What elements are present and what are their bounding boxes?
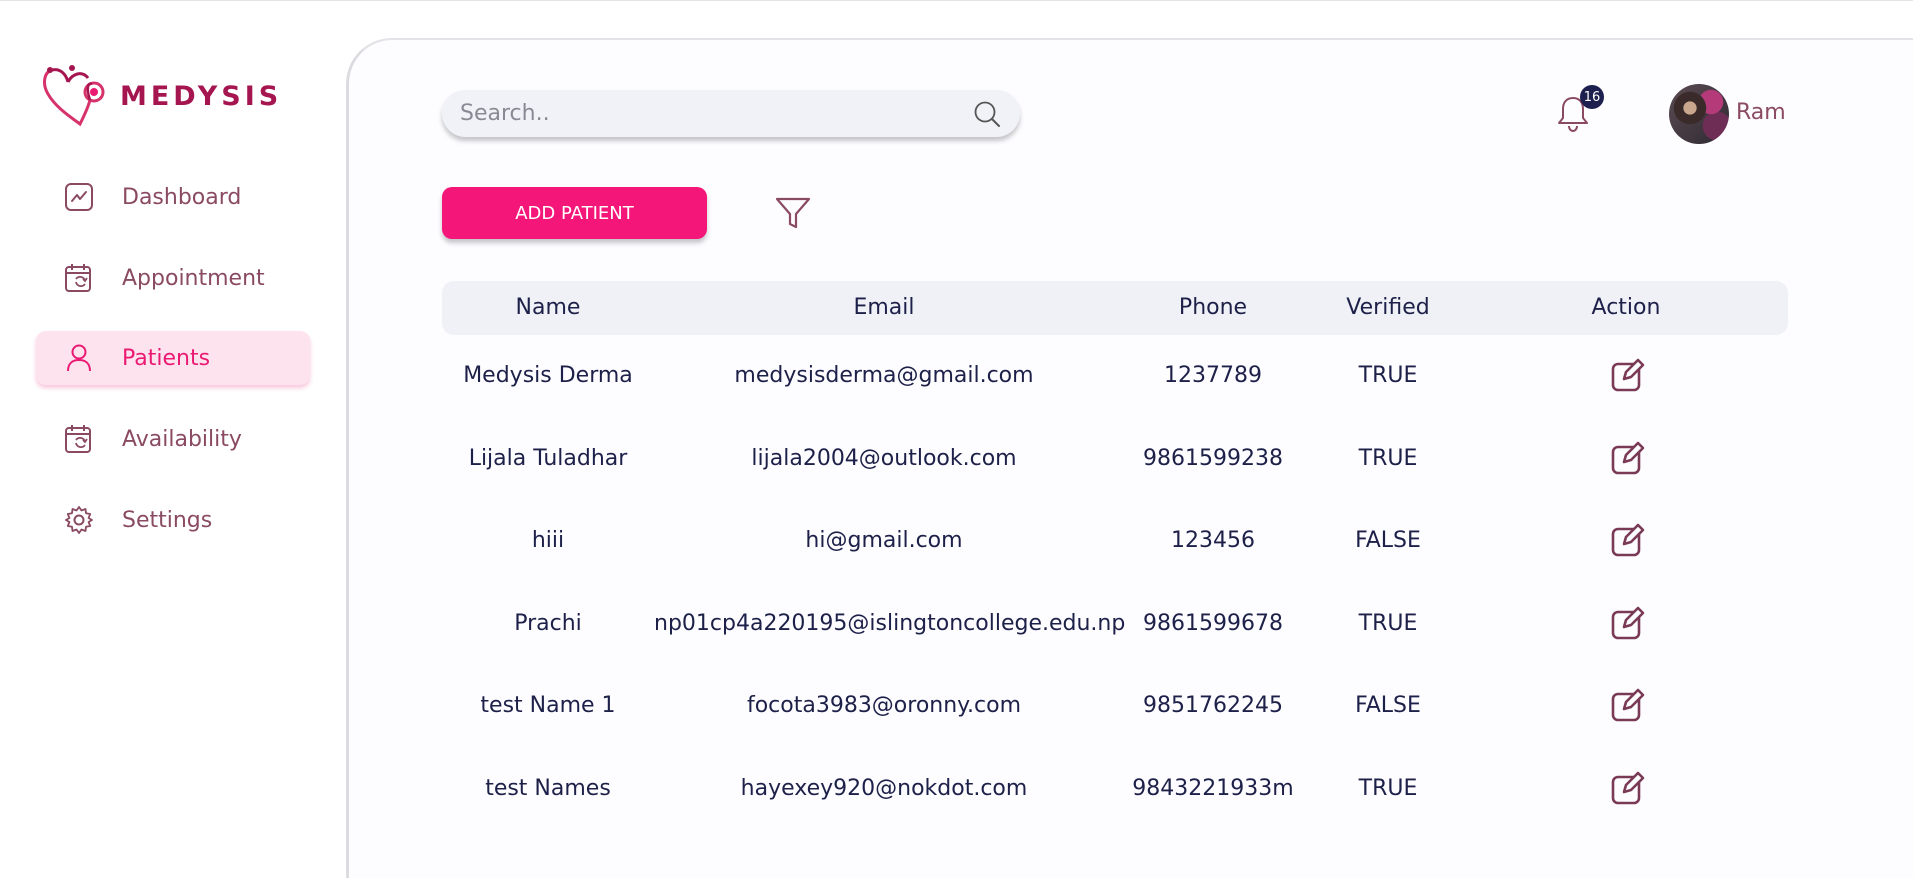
column-header-name[interactable]: Name xyxy=(442,295,654,320)
cell-phone: 9861599678 xyxy=(1143,611,1283,636)
edit-icon[interactable] xyxy=(1610,522,1646,558)
search-bar xyxy=(442,90,1020,137)
cell-verified: TRUE xyxy=(1358,611,1418,636)
sidebar-item-label: Appointment xyxy=(122,265,265,291)
sidebar-item-patients[interactable]: Patients xyxy=(36,331,310,385)
stethoscope-heart-icon xyxy=(43,65,105,127)
chart-line-icon xyxy=(62,180,96,214)
column-header-phone[interactable]: Phone xyxy=(1114,295,1312,320)
column-header-action: Action xyxy=(1591,295,1661,320)
cell-email: focota3983@oronny.com xyxy=(746,693,1022,718)
cell-email: np01cp4a220195@islingtoncollege.edu.np xyxy=(654,611,1126,636)
filter-icon xyxy=(775,197,811,229)
cell-email: hayexey920@nokdot.com xyxy=(740,776,1028,801)
edit-icon[interactable] xyxy=(1610,770,1646,806)
cell-phone: 9861599238 xyxy=(1143,446,1283,471)
sidebar-item-label: Patients xyxy=(122,345,211,371)
edit-icon[interactable] xyxy=(1610,687,1646,723)
sidebar-item-settings[interactable]: Settings xyxy=(36,493,310,547)
edit-icon[interactable] xyxy=(1610,605,1646,641)
cell-name: Prachi xyxy=(514,611,582,636)
sidebar-item-appointment[interactable]: Appointment xyxy=(36,251,310,305)
sidebar-item-label: Settings xyxy=(122,507,213,533)
cell-verified: TRUE xyxy=(1358,776,1418,801)
search-input[interactable] xyxy=(460,101,970,126)
avatar[interactable] xyxy=(1669,84,1729,144)
column-header-verified[interactable]: Verified xyxy=(1312,295,1464,320)
sidebar-item-label: Dashboard xyxy=(122,184,242,210)
cell-email: lijala2004@outlook.com xyxy=(751,446,1017,471)
cell-verified: TRUE xyxy=(1358,363,1418,388)
cell-name: test Name 1 xyxy=(480,693,616,718)
filter-button[interactable] xyxy=(774,194,812,232)
edit-icon[interactable] xyxy=(1610,357,1646,393)
cell-name: Medysis Derma xyxy=(463,363,633,388)
cell-verified: TRUE xyxy=(1358,446,1418,471)
sidebar-item-label: Availability xyxy=(122,426,242,452)
cell-name: test Names xyxy=(485,776,611,801)
cell-email: medysisderma@gmail.com xyxy=(734,363,1034,388)
brand-logo[interactable]: MEDYSIS xyxy=(42,64,282,128)
search-icon[interactable] xyxy=(970,97,1004,131)
cell-phone: 9851762245 xyxy=(1143,693,1283,718)
notification-badge: 16 xyxy=(1580,85,1604,109)
cell-phone: 1237789 xyxy=(1164,363,1262,388)
cell-phone: 9843221933m xyxy=(1132,776,1294,801)
cell-name: hiii xyxy=(531,528,565,553)
sidebar-item-availability[interactable]: Availability xyxy=(36,412,310,466)
brand-name: MEDYSIS xyxy=(120,80,283,112)
edit-icon[interactable] xyxy=(1610,440,1646,476)
cell-email: hi@gmail.com xyxy=(805,528,963,553)
username[interactable]: Ram xyxy=(1736,100,1786,125)
column-header-email[interactable]: Email xyxy=(654,295,1114,320)
add-patient-button[interactable]: ADD PATIENT xyxy=(442,187,707,239)
calendar-sync-icon xyxy=(62,261,96,295)
user-icon xyxy=(62,341,96,375)
cell-verified: FALSE xyxy=(1355,693,1421,718)
calendar-sync-icon xyxy=(62,422,96,456)
cell-name: Lijala Tuladhar xyxy=(468,446,628,471)
sidebar: MEDYSIS Dashboard Appointment Patients A… xyxy=(0,0,345,844)
gear-icon xyxy=(62,503,96,537)
sidebar-item-dashboard[interactable]: Dashboard xyxy=(36,170,310,224)
cell-phone: 123456 xyxy=(1171,528,1255,553)
cell-verified: FALSE xyxy=(1355,528,1421,553)
